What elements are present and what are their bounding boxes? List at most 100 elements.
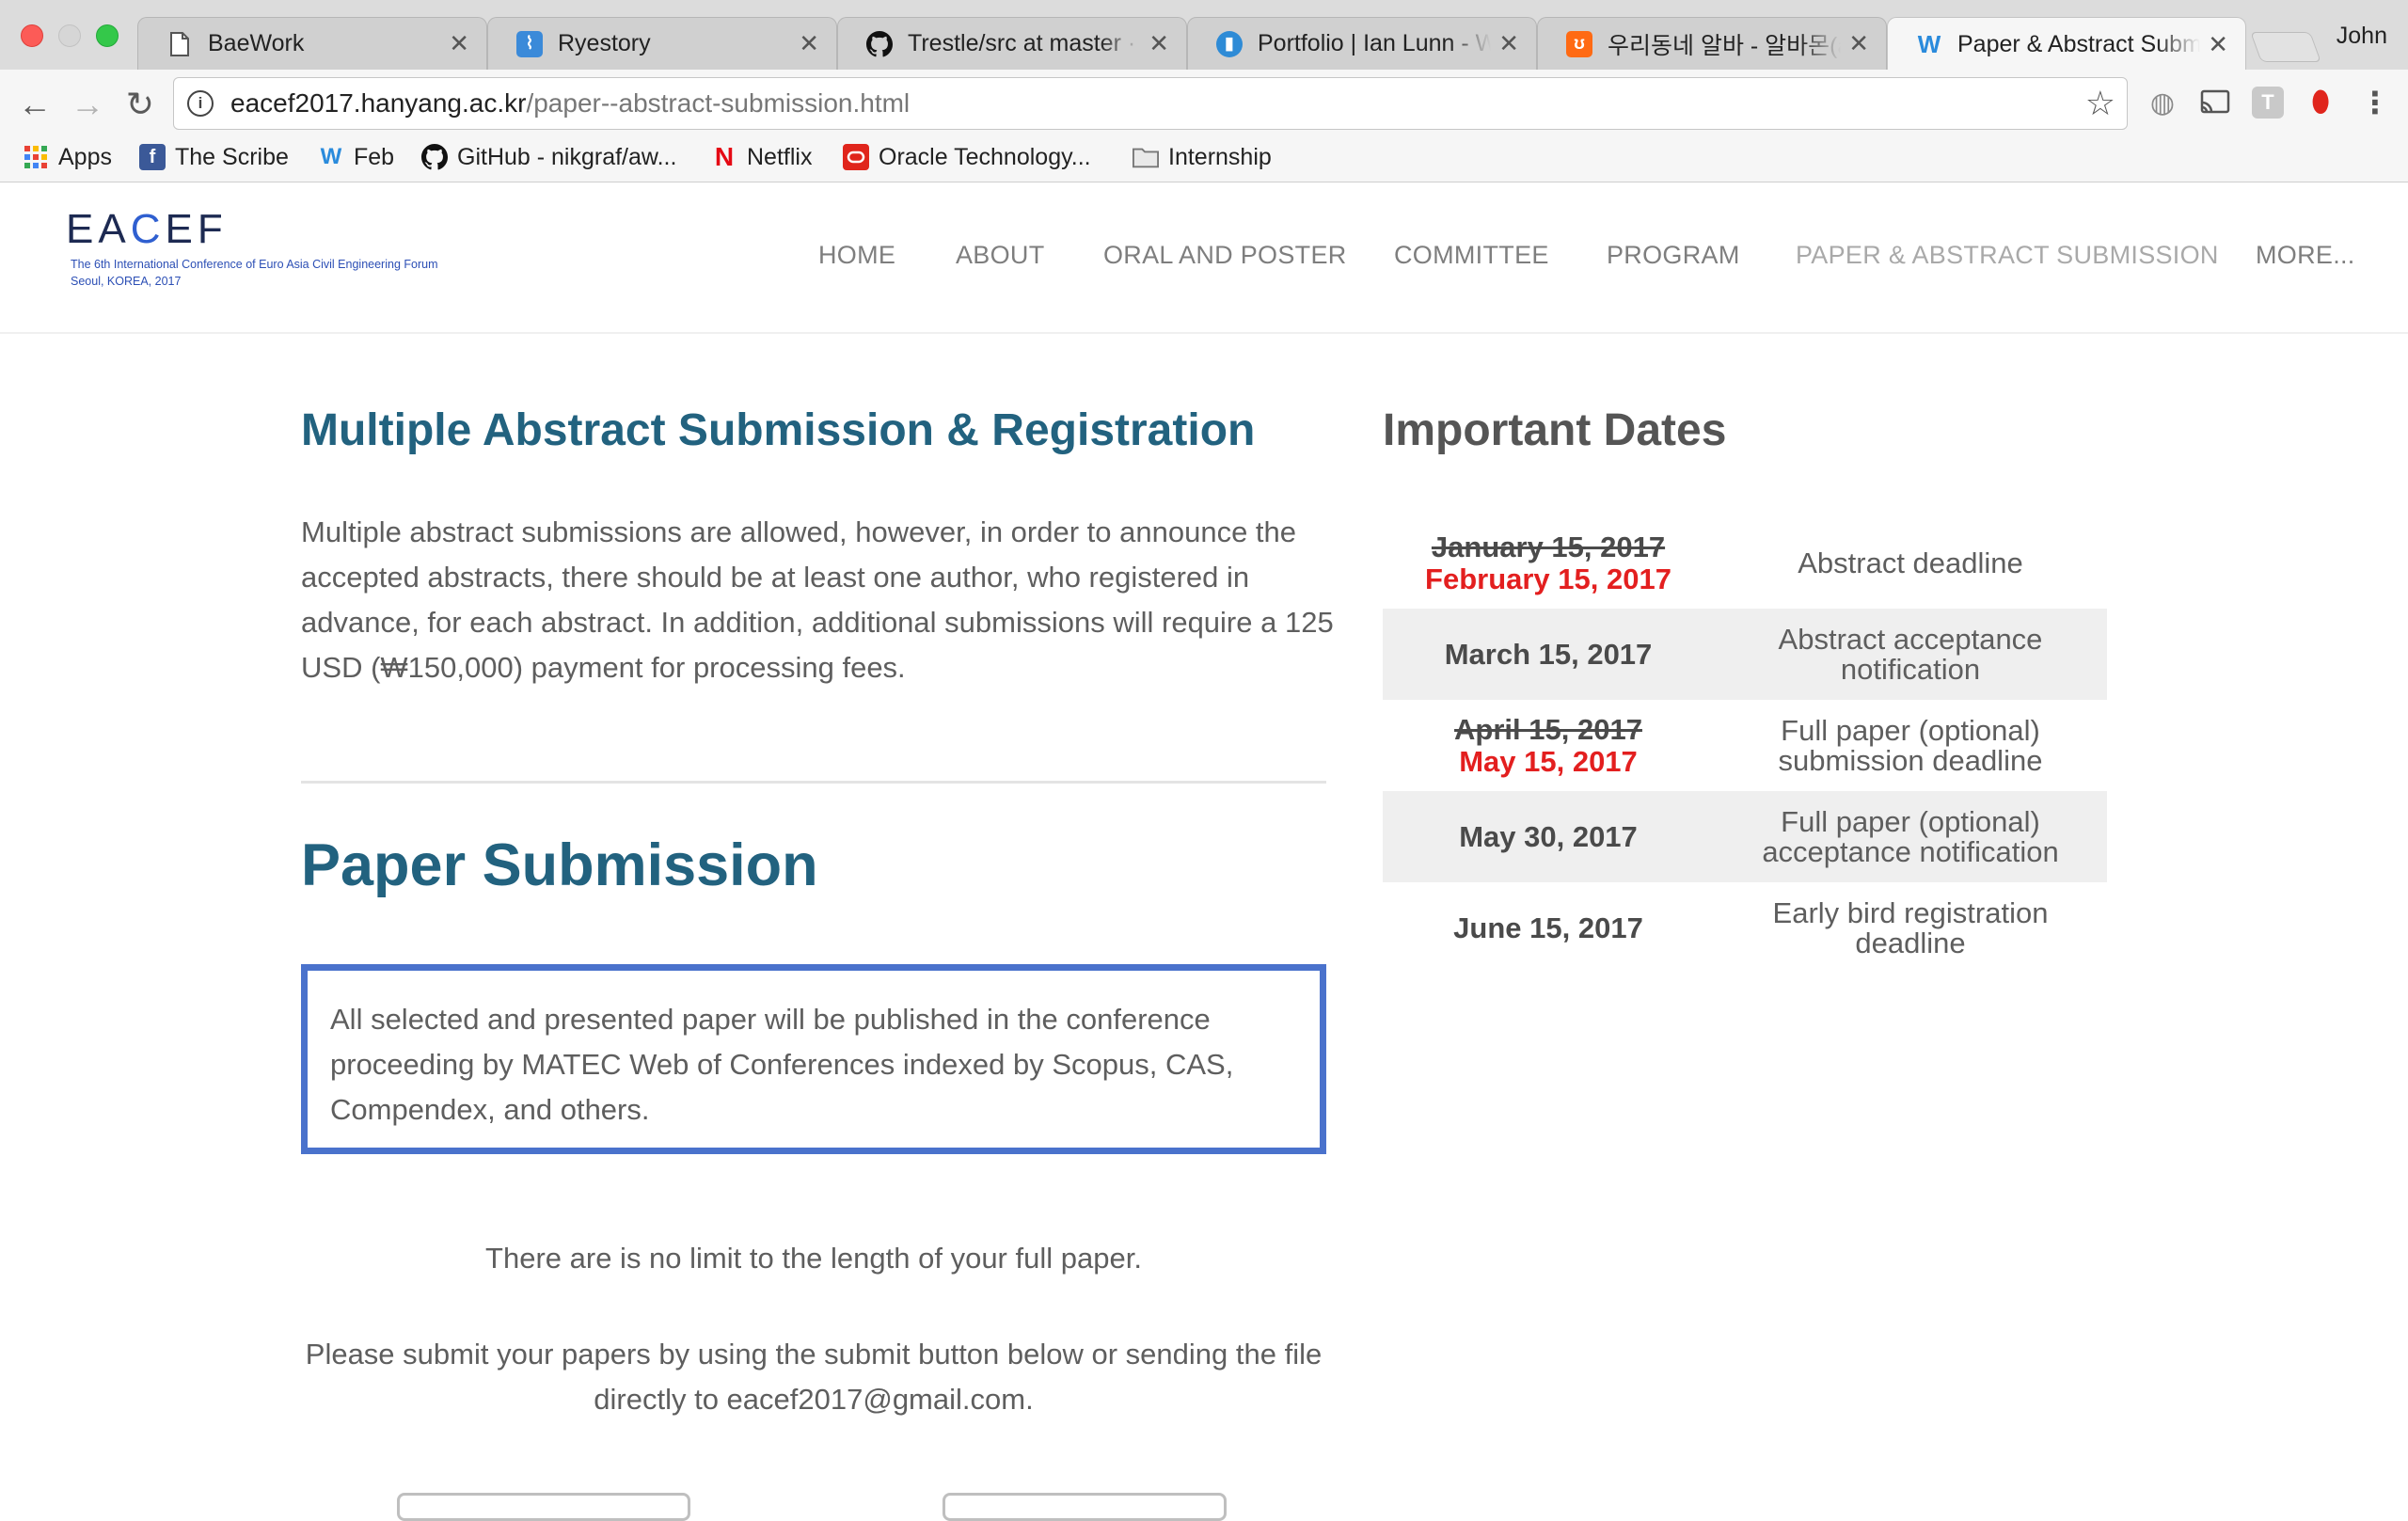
bookmark-label: GitHub - nikgraf/aw...	[457, 143, 677, 170]
tab-title: BaeWork	[208, 30, 305, 56]
netflix-icon: N	[714, 142, 735, 171]
tab-close-icon[interactable]: ✕	[449, 29, 469, 58]
tab-paper-abstract[interactable]: W Paper & Abstract Subm ✕	[1887, 17, 2246, 71]
date-cell: April 15, 2017 May 15, 2017	[1383, 712, 1714, 778]
tab-albamon[interactable]: ʊ 우리동네 알바 - 알바몬(alb ✕	[1537, 17, 1887, 70]
document-icon	[166, 31, 193, 57]
window-close-button[interactable]	[21, 24, 43, 47]
cast-icon[interactable]	[2199, 87, 2231, 119]
logo-wordmark: EACEF	[66, 206, 228, 252]
folder-icon	[1133, 144, 1159, 170]
info-icon[interactable]: i	[187, 90, 214, 117]
window-minimize-button[interactable]	[58, 24, 81, 47]
tab-title: 우리동네 알바 - 알바몬(alb	[1608, 32, 1841, 59]
section-divider	[301, 781, 1326, 784]
tab-title: Portfolio | Ian Lunn - W	[1258, 30, 1492, 56]
tab-close-icon[interactable]: ✕	[2208, 30, 2228, 59]
new-date: February 15, 2017	[1425, 562, 1671, 595]
github-icon	[866, 30, 893, 57]
logo-subtitle: The 6th International Conference of Euro…	[71, 258, 438, 271]
bookmark-label: Netflix	[747, 143, 813, 170]
tab-close-icon[interactable]: ✕	[799, 29, 819, 58]
important-dates-heading: Important Dates	[1383, 405, 1727, 455]
important-dates-table: January 15, 2017 February 15, 2017 Abstr…	[1383, 517, 2107, 974]
date-cell: January 15, 2017 February 15, 2017	[1383, 531, 1714, 595]
bookmark-label: Feb	[354, 143, 395, 170]
submit-instructions-text: Please submit your papers by using the s…	[305, 1338, 1323, 1416]
nav-oral-and-poster[interactable]: ORAL AND POSTER	[1103, 241, 1347, 270]
date-description: Early bird registration deadline	[1772, 895, 2049, 959]
multiple-abstract-text: Multiple abstract submissions are allowe…	[301, 515, 1334, 684]
back-arrow-icon[interactable]: ←	[15, 85, 55, 124]
tab-close-icon[interactable]: ✕	[1149, 29, 1169, 58]
bookmark-netflix[interactable]: N Netflix	[711, 141, 813, 173]
bookmark-the-scribe[interactable]: f The Scribe	[139, 141, 289, 173]
date-description: Full paper (optional) submission deadlin…	[1778, 713, 2043, 777]
bookmark-apps[interactable]: Apps	[23, 141, 112, 173]
reload-icon[interactable]: ↻	[120, 85, 160, 124]
nav-committee[interactable]: COMMITTEE	[1394, 241, 1549, 270]
publication-notice-box: All selected and presented paper will be…	[301, 964, 1326, 1154]
date-row: January 15, 2017 February 15, 2017 Abstr…	[1383, 517, 2107, 609]
t-extension-icon[interactable]: T	[2252, 87, 2284, 119]
menu-dots-icon[interactable]: ⋮	[2359, 86, 2391, 119]
tab-trestle[interactable]: Trestle/src at master · t ✕	[837, 17, 1187, 70]
nav-home[interactable]: HOME	[818, 241, 895, 270]
site-logo[interactable]: EACEF The 6th International Conference o…	[66, 209, 489, 303]
date-description: Full paper (optional) acceptance notific…	[1762, 804, 2059, 868]
bookmark-star-icon[interactable]: ☆	[2085, 84, 2115, 123]
globe-extension-icon[interactable]: ◍	[2147, 87, 2178, 119]
old-date: January 15, 2017	[1431, 530, 1666, 563]
bookmark-label: Apps	[58, 143, 112, 170]
new-date: May 15, 2017	[1459, 744, 1638, 778]
new-tab-button[interactable]	[2250, 32, 2321, 62]
logo-location: Seoul, KOREA, 2017	[71, 275, 182, 288]
date-cell: May 30, 2017	[1459, 819, 1638, 853]
bookmark-label: Internship	[1168, 143, 1272, 170]
oracle-icon	[843, 144, 869, 170]
date-description: Abstract deadline	[1798, 546, 2023, 579]
tab-close-icon[interactable]: ✕	[1498, 29, 1519, 58]
albamon-icon: ʊ	[1566, 30, 1592, 57]
tab-ryestory[interactable]: ⌇ Ryestory ✕	[487, 17, 837, 70]
tab-title: Trestle/src at master · t	[908, 30, 1142, 56]
tab-baework[interactable]: BaeWork ✕	[137, 17, 487, 70]
date-row: April 15, 2017 May 15, 2017 Full paper (…	[1383, 700, 2107, 791]
secondary-button[interactable]	[943, 1493, 1227, 1521]
ryestory-icon: ⌇	[516, 30, 543, 57]
nav-program[interactable]: PROGRAM	[1607, 241, 1740, 270]
submit-button[interactable]	[397, 1493, 690, 1521]
nav-about[interactable]: ABOUT	[956, 241, 1045, 270]
bookmark-label: The Scribe	[175, 143, 289, 170]
profile-button[interactable]: John	[2337, 23, 2387, 50]
date-row: June 15, 2017 Early bird registration de…	[1383, 882, 2107, 974]
weebly-icon: W	[320, 144, 342, 169]
nav-more[interactable]: MORE...	[2256, 241, 2355, 270]
tab-portfolio[interactable]: ▮ Portfolio | Ian Lunn - W ✕	[1187, 17, 1537, 70]
url-text: eacef2017.hanyang.ac.kr/paper--abstract-…	[230, 88, 911, 118]
facebook-icon: f	[139, 144, 166, 170]
date-row: March 15, 2017 Abstract acceptance notif…	[1383, 609, 2107, 700]
date-description: Abstract acceptance notification	[1778, 622, 2043, 686]
bookmark-oracle[interactable]: Oracle Technology...	[843, 141, 1091, 173]
bookmark-internship[interactable]: Internship	[1133, 141, 1272, 173]
paper-length-text: There are is no limit to the length of y…	[485, 1242, 1142, 1275]
apps-grid-icon	[23, 144, 49, 170]
date-cell: March 15, 2017	[1444, 637, 1653, 671]
window-zoom-button[interactable]	[96, 24, 119, 47]
portfolio-icon: ▮	[1216, 30, 1243, 57]
multiple-abstract-heading: Multiple Abstract Submission & Registrat…	[301, 405, 1256, 455]
paper-submission-heading: Paper Submission	[301, 832, 818, 898]
tab-title: Ryestory	[558, 30, 651, 56]
tab-close-icon[interactable]: ✕	[1848, 29, 1869, 58]
date-row: May 30, 2017 Full paper (optional) accep…	[1383, 791, 2107, 882]
forward-arrow-icon[interactable]: →	[68, 85, 107, 124]
shield-extension-icon[interactable]: ⬮	[2305, 87, 2337, 119]
bookmark-github[interactable]: GitHub - nikgraf/aw...	[421, 141, 676, 173]
old-date: April 15, 2017	[1454, 712, 1642, 746]
nav-paper-abstract-submission[interactable]: PAPER & ABSTRACT SUBMISSION	[1796, 241, 2219, 270]
bookmark-feb[interactable]: W Feb	[318, 141, 394, 173]
date-cell: June 15, 2017	[1453, 911, 1643, 944]
address-bar[interactable]: i eacef2017.hanyang.ac.kr/paper--abstrac…	[173, 77, 2128, 130]
tab-title: Paper & Abstract Subm	[1957, 30, 2201, 57]
